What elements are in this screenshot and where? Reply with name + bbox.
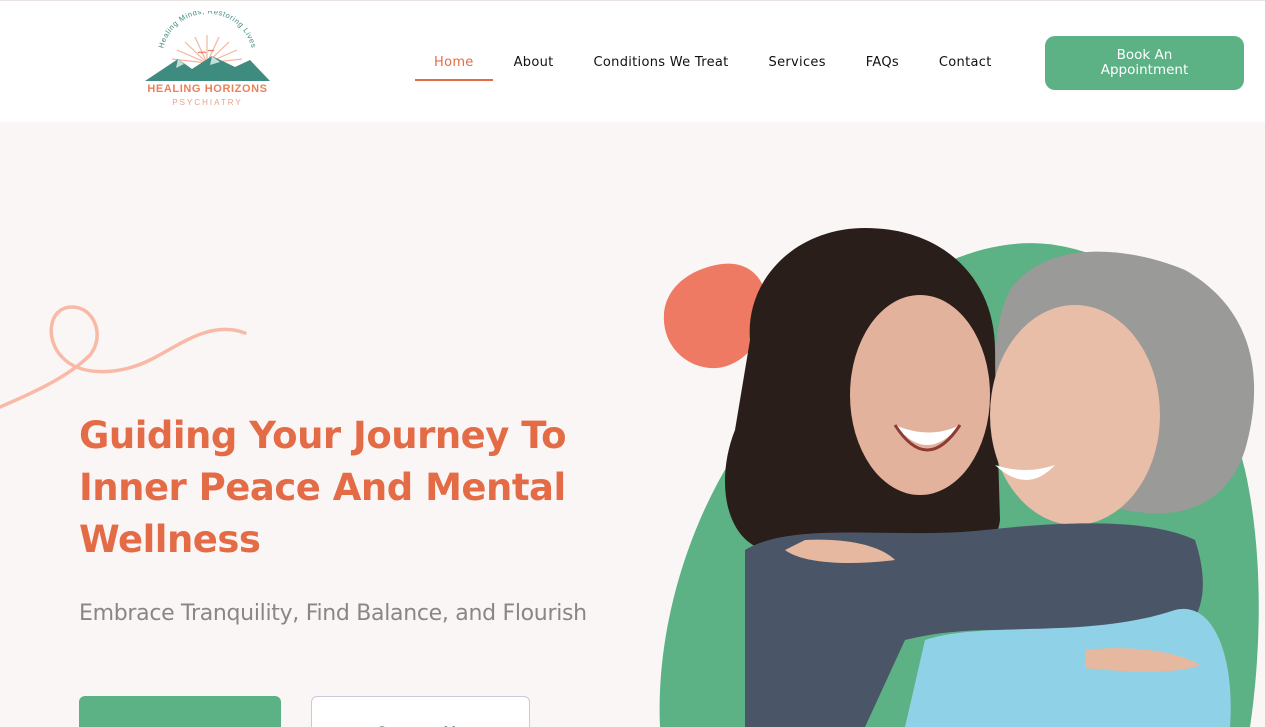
nav-services[interactable]: Services — [749, 49, 846, 81]
site-header: Healing Minds, Restoring Lives HEALING H… — [0, 0, 1265, 122]
main-nav: Home About Conditions We Treat Services … — [414, 49, 1012, 81]
site-logo[interactable]: Healing Minds, Restoring Lives HEALING H… — [140, 11, 275, 113]
about-us-button[interactable]: About Us — [79, 696, 281, 727]
nav-home[interactable]: Home — [414, 49, 494, 81]
logo-subtitle: PSYCHIATRY — [172, 98, 243, 107]
nav-conditions[interactable]: Conditions We Treat — [574, 49, 749, 81]
page: Healing Minds, Restoring Lives HEALING H… — [0, 0, 1265, 727]
logo-name: HEALING HORIZONS — [147, 83, 268, 95]
hero-photo-image — [725, 228, 1255, 727]
logo-mark-icon: Healing Minds, Restoring Lives — [145, 11, 270, 81]
hero-heading: Guiding Your Journey To Inner Peace And … — [79, 414, 567, 561]
nav-about[interactable]: About — [494, 49, 574, 81]
book-appointment-button[interactable]: Book An Appointment — [1045, 36, 1244, 90]
decorative-swirl-icon — [0, 305, 247, 409]
hero-subheading: Embrace Tranquility, Find Balance, and F… — [79, 601, 587, 626]
contact-us-button[interactable]: Contact Us — [311, 696, 530, 727]
nav-faqs[interactable]: FAQs — [846, 49, 919, 81]
nav-contact[interactable]: Contact — [919, 49, 1012, 81]
